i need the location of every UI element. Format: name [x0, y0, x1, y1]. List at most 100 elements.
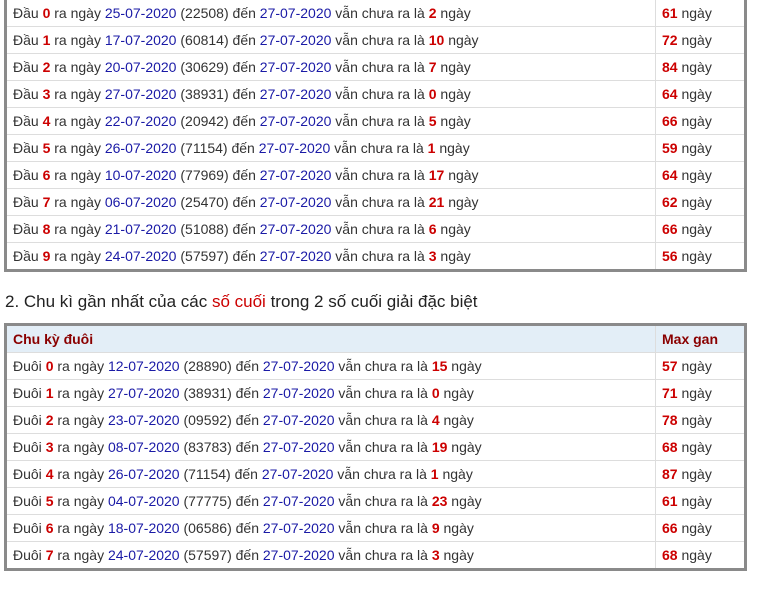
row-prefix: Đầu: [13, 32, 39, 48]
table-row: Đầu 2 ra ngày 20-07-2020 (30629) đến 27-…: [5, 53, 746, 81]
ngay-text: ngày: [440, 5, 471, 21]
table-row: Đuôi 7 ra ngày 24-07-2020 (57597) đến 27…: [5, 541, 746, 570]
max-gan-value: 56: [662, 248, 678, 264]
cycle-cell: Đuôi 7 ra ngày 24-07-2020 (57597) đến 27…: [5, 541, 656, 570]
ra-ngay-text: ra ngày: [54, 248, 101, 264]
table-row: Đầu 4 ra ngày 22-07-2020 (20942) đến 27-…: [5, 107, 746, 135]
ngay-text: ngày: [681, 86, 712, 102]
ra-ngay-text: ra ngày: [57, 358, 105, 374]
to-date: 27-07-2020: [259, 221, 332, 237]
to-date: 27-07-2020: [262, 358, 335, 374]
max-gan-cell: 61 ngày: [655, 0, 746, 27]
van-chua-text: vẫn chưa ra là: [338, 358, 428, 374]
last-date: 24-07-2020: [104, 248, 177, 264]
van-chua-text: vẫn chưa ra là: [338, 385, 428, 401]
row-digit: 3: [45, 439, 54, 455]
row-digit: 8: [42, 221, 51, 237]
last-date: 18-07-2020: [107, 520, 180, 536]
ra-ngay-text: ra ngày: [54, 194, 101, 210]
van-chua-text: vẫn chưa ra là: [335, 113, 425, 129]
max-gan-cell: 66 ngày: [655, 215, 746, 243]
ngay-text: ngày: [440, 248, 471, 264]
den-text: đến: [232, 5, 256, 21]
result-code: (51088): [180, 221, 229, 237]
to-date: 27-07-2020: [262, 385, 335, 401]
to-date: 27-07-2020: [259, 194, 332, 210]
ra-ngay-text: ra ngày: [54, 140, 101, 156]
ngay-text: ngày: [451, 358, 482, 374]
row-digit: 0: [42, 5, 51, 21]
ngay-text: ngày: [443, 547, 474, 563]
max-gan-value: 59: [662, 140, 678, 156]
section-2-title-highlight[interactable]: số cuối: [212, 292, 266, 311]
den-text: đến: [232, 113, 256, 129]
max-gan-cell: 78 ngày: [655, 406, 746, 434]
cycle-cell: Đuôi 5 ra ngày 04-07-2020 (77775) đến 27…: [5, 487, 656, 515]
days-count: 1: [427, 140, 436, 156]
max-gan-value: 87: [662, 466, 678, 482]
table-row: Đầu 0 ra ngày 25-07-2020 (22508) đến 27-…: [5, 0, 746, 27]
result-code: (71154): [183, 466, 231, 482]
cycle-cell: Đuôi 6 ra ngày 18-07-2020 (06586) đến 27…: [5, 514, 656, 542]
van-chua-text: vẫn chưa ra là: [338, 493, 428, 509]
days-count: 0: [428, 86, 437, 102]
den-text: đến: [235, 493, 259, 509]
van-chua-text: vẫn chưa ra là: [335, 248, 425, 264]
row-digit: 6: [45, 520, 54, 536]
den-text: đến: [235, 439, 259, 455]
last-date: 10-07-2020: [104, 167, 177, 183]
row-digit: 6: [42, 167, 51, 183]
row-digit: 4: [45, 466, 54, 482]
result-code: (28890): [183, 358, 232, 374]
last-date: 26-07-2020: [107, 466, 180, 482]
ra-ngay-text: ra ngày: [57, 520, 105, 536]
ra-ngay-text: ra ngày: [54, 221, 101, 237]
ra-ngay-text: ra ngày: [57, 385, 105, 401]
ngay-text: ngày: [448, 32, 479, 48]
ngay-text: ngày: [443, 520, 474, 536]
van-chua-text: vẫn chưa ra là: [335, 32, 425, 48]
ra-ngay-text: ra ngày: [57, 439, 105, 455]
van-chua-text: vẫn chưa ra là: [338, 412, 428, 428]
cycle-cell: Đầu 1 ra ngày 17-07-2020 (60814) đến 27-…: [5, 26, 656, 54]
table-row: Đuôi 1 ra ngày 27-07-2020 (38931) đến 27…: [5, 379, 746, 407]
ngay-text: ngày: [681, 385, 712, 401]
row-prefix: Đầu: [13, 140, 39, 156]
table-row: Đuôi 4 ra ngày 26-07-2020 (71154) đến 27…: [5, 460, 746, 488]
result-code: (83783): [183, 439, 232, 455]
result-code: (25470): [180, 194, 229, 210]
den-text: đến: [234, 466, 258, 482]
max-gan-cell: 68 ngày: [655, 433, 746, 461]
ngay-text: ngày: [442, 466, 473, 482]
van-chua-text: vẫn chưa ra là: [335, 5, 425, 21]
section-2-title-start: 2. Chu kì gần nhất của các: [5, 292, 212, 311]
to-date: 27-07-2020: [262, 439, 335, 455]
to-date: 27-07-2020: [259, 248, 332, 264]
row-prefix: Đầu: [13, 113, 39, 129]
ra-ngay-text: ra ngày: [54, 59, 101, 75]
result-code: (30629): [180, 59, 229, 75]
den-text: đến: [232, 194, 256, 210]
ngay-text: ngày: [681, 439, 712, 455]
max-gan-cell: 57 ngày: [655, 352, 746, 380]
row-digit: 1: [45, 385, 54, 401]
last-date: 25-07-2020: [104, 5, 177, 21]
cycle-cell: Đầu 6 ra ngày 10-07-2020 (77969) đến 27-…: [5, 161, 656, 189]
row-digit: 9: [42, 248, 51, 264]
max-gan-cell: 87 ngày: [655, 460, 746, 488]
days-count: 2: [428, 5, 437, 21]
duoi-table: Chu kỳ đuôi Max gan Đuôi 0 ra ngày 12-07…: [4, 323, 747, 571]
to-date: 27-07-2020: [258, 140, 331, 156]
row-prefix: Đầu: [13, 86, 39, 102]
last-date: 24-07-2020: [107, 547, 180, 563]
row-prefix: Đuôi: [13, 439, 42, 455]
den-text: đến: [232, 248, 256, 264]
days-count: 6: [428, 221, 437, 237]
to-date: 27-07-2020: [259, 113, 332, 129]
result-code: (38931): [183, 385, 232, 401]
den-text: đến: [235, 412, 259, 428]
max-gan-cell: 84 ngày: [655, 53, 746, 81]
ngay-text: ngày: [681, 32, 712, 48]
van-chua-text: vẫn chưa ra là: [335, 167, 425, 183]
last-date: 04-07-2020: [107, 493, 180, 509]
